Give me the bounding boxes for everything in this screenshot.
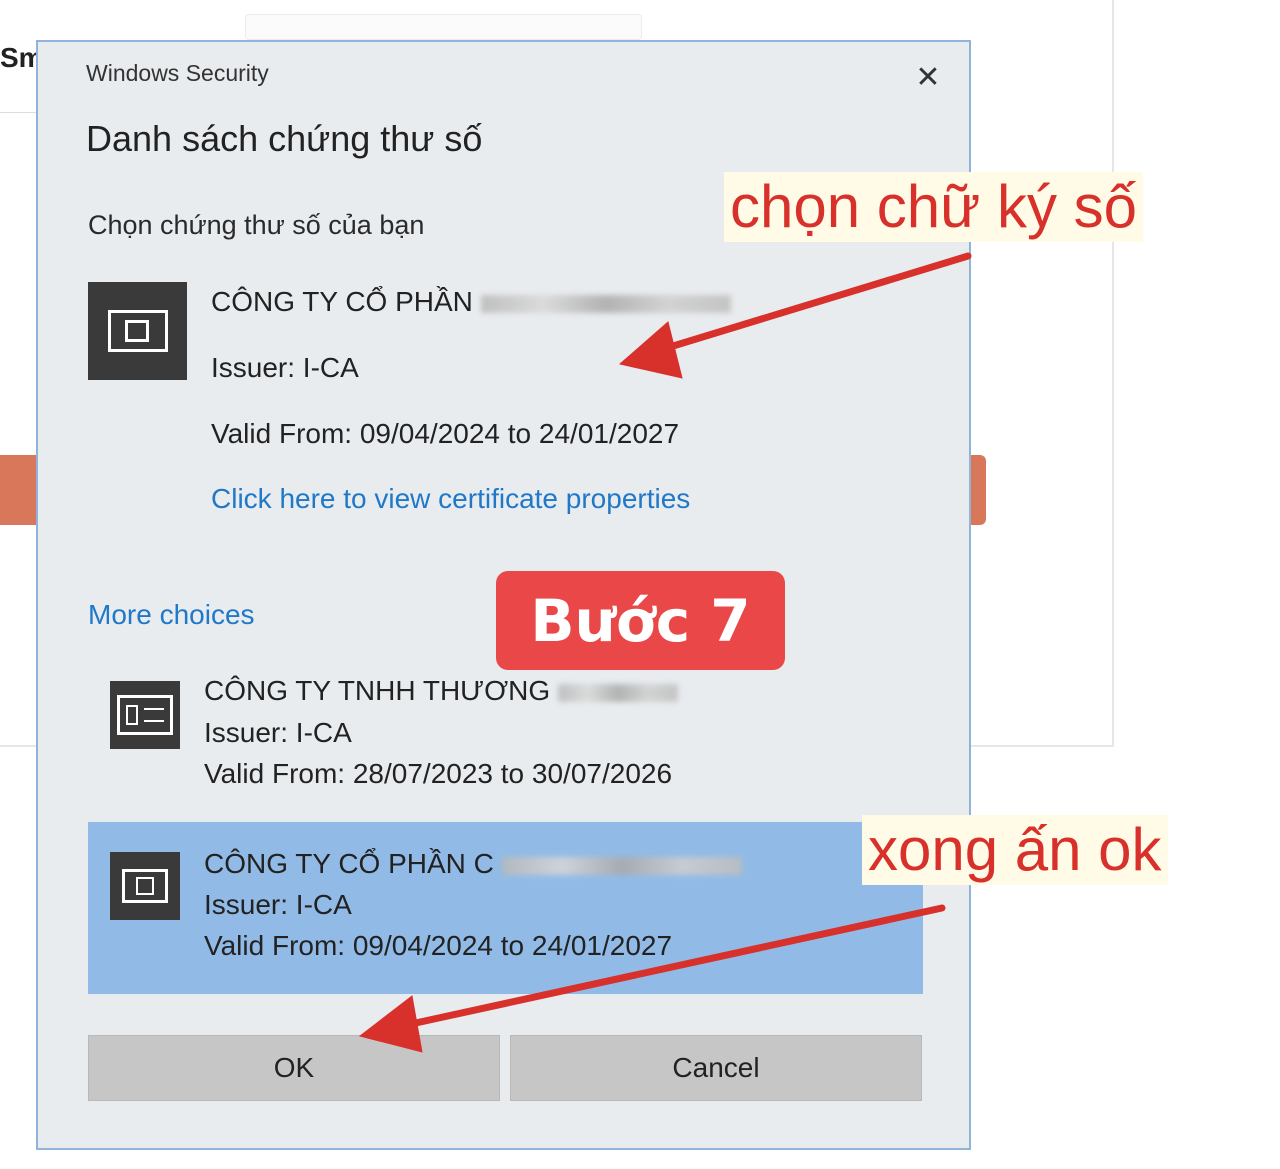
view-certificate-properties-link[interactable]: Click here to view certificate propertie… bbox=[211, 483, 690, 515]
certificate-choice-item-selected[interactable]: CÔNG TY CỔ PHẦN C Issuer: I-CA Valid Fro… bbox=[88, 822, 923, 994]
step-badge: Bước 7 bbox=[496, 571, 785, 670]
dialog-subheading: Chọn chứng thư số của bạn bbox=[88, 210, 425, 240]
certificate-choice-item[interactable]: CÔNG TY TNHH THƯƠNG Issuer: I-CA Valid F… bbox=[88, 667, 923, 802]
choice-certificate-validity: Valid From: 28/07/2023 to 30/07/2026 bbox=[204, 758, 673, 789]
choice-certificate-name: CÔNG TY CỔ PHẦN C bbox=[204, 848, 742, 880]
selected-certificate-name: CÔNG TY CỔ PHẦN bbox=[211, 286, 731, 318]
redacted-text bbox=[558, 683, 679, 702]
redacted-text bbox=[501, 856, 742, 875]
background-search-bar bbox=[245, 14, 642, 40]
background-button-right bbox=[970, 455, 986, 525]
close-icon[interactable]: ✕ bbox=[910, 60, 946, 96]
certificate-icon bbox=[88, 282, 187, 380]
selected-certificate-issuer: Issuer: I-CA bbox=[211, 352, 359, 383]
dialog-heading: Danh sách chứng thư số bbox=[86, 118, 483, 159]
choice-certificate-name: CÔNG TY TNHH THƯƠNG bbox=[204, 675, 679, 707]
selected-certificate-validity: Valid From: 09/04/2024 to 24/01/2027 bbox=[211, 418, 680, 449]
annotation-press-ok: xong ấn ok bbox=[862, 815, 1168, 885]
selected-certificate-name-text: CÔNG TY CỔ PHẦN bbox=[211, 286, 473, 317]
choice-certificate-issuer: Issuer: I-CA bbox=[204, 889, 352, 920]
more-choices-link[interactable]: More choices bbox=[88, 599, 255, 631]
cancel-button[interactable]: Cancel bbox=[510, 1035, 922, 1101]
certificate-card-icon bbox=[110, 681, 180, 749]
choice-certificate-validity: Valid From: 09/04/2024 to 24/01/2027 bbox=[204, 930, 673, 961]
choice-certificate-issuer: Issuer: I-CA bbox=[204, 717, 352, 748]
choice-certificate-name-text: CÔNG TY CỔ PHẦN C bbox=[204, 848, 494, 879]
window-title: Windows Security bbox=[86, 60, 269, 86]
certificate-icon bbox=[110, 852, 180, 920]
choice-certificate-name-text: CÔNG TY TNHH THƯƠNG bbox=[204, 675, 551, 706]
redacted-text bbox=[480, 294, 731, 313]
background-button-left bbox=[0, 455, 40, 525]
annotation-select-signature: chọn chữ ký số bbox=[724, 172, 1144, 242]
background-divider bbox=[0, 112, 40, 113]
ok-button[interactable]: OK bbox=[88, 1035, 500, 1101]
